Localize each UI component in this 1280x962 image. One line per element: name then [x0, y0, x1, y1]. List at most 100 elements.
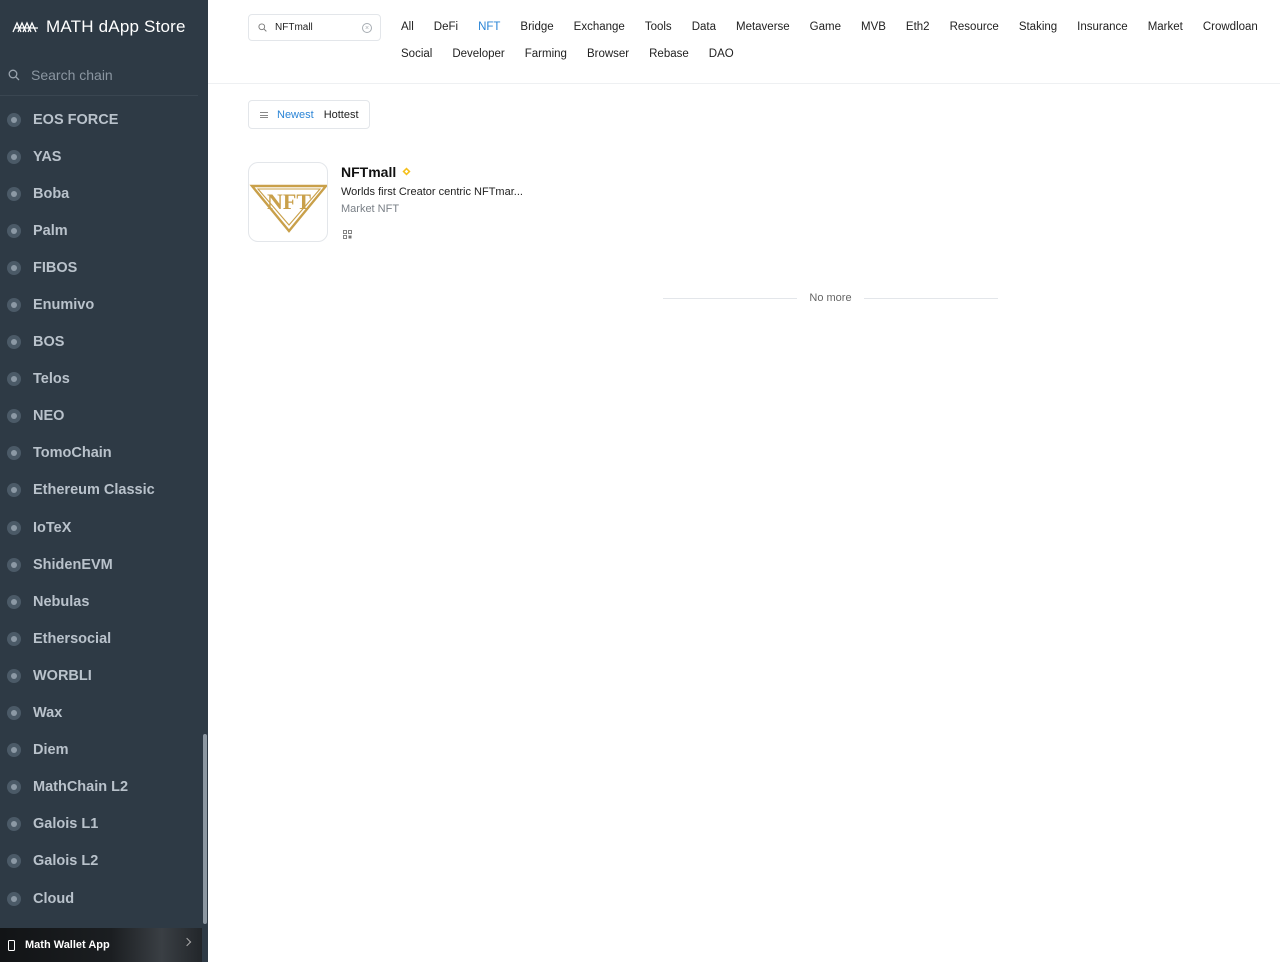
chain-item[interactable]: Cloud	[0, 880, 204, 917]
chain-label: FIBOS	[33, 259, 78, 276]
tab-exchange[interactable]: Exchange	[564, 14, 635, 41]
sidebar: MATH dApp Store EOS FORCE YAS Boba Palm FIBO…	[0, 0, 208, 962]
boba-icon	[7, 186, 21, 201]
chain-item[interactable]: FIBOS	[0, 249, 204, 286]
chain-label: BOS	[33, 334, 65, 351]
chain-label: ShidenEVM	[33, 556, 113, 573]
no-more-text: No more	[809, 292, 852, 304]
sort-hottest[interactable]: Hottest	[324, 109, 359, 121]
chain-item[interactable]: MathChain L2	[0, 769, 204, 806]
chain-item[interactable]: EOS FORCE	[0, 101, 204, 138]
chain-item[interactable]: Enumivo	[0, 286, 204, 323]
bos-icon	[7, 335, 21, 350]
tab-metaverse[interactable]: Metaverse	[726, 14, 800, 41]
fibos-icon	[7, 260, 21, 275]
tab-rebase[interactable]: Rebase	[639, 41, 699, 68]
app-title: MATH dApp Store	[46, 17, 186, 36]
tab-resource[interactable]: Resource	[940, 14, 1009, 41]
chain-label: IoTeX	[33, 519, 72, 536]
tab-browser[interactable]: Browser	[577, 41, 639, 68]
tab-farming[interactable]: Farming	[515, 41, 577, 68]
tab-all[interactable]: All	[391, 14, 424, 41]
ethersocial-icon	[7, 631, 21, 646]
math-logo-icon	[12, 21, 38, 33]
qr-code-icon[interactable]	[343, 230, 352, 239]
chain-label: Ethersocial	[33, 630, 112, 647]
chain-item[interactable]: Galois L2	[0, 843, 204, 880]
dapp-search-input[interactable]	[275, 22, 355, 33]
dapp-name[interactable]: NFTmall	[341, 164, 396, 180]
worbli-icon	[7, 668, 21, 683]
phone-icon	[8, 939, 15, 951]
dapp-card[interactable]: NFT NFTmall Worlds first Creator centric…	[248, 162, 648, 242]
palm-icon	[7, 223, 21, 238]
wax-icon	[7, 706, 21, 721]
tab-staking[interactable]: Staking	[1009, 14, 1067, 41]
galois-l2-icon	[7, 854, 21, 869]
tab-dao[interactable]: DAO	[699, 41, 744, 68]
tab-defi[interactable]: DeFi	[424, 14, 468, 41]
tab-insurance[interactable]: Insurance	[1067, 14, 1138, 41]
yas-icon	[7, 149, 21, 164]
brand[interactable]: MATH dApp Store	[0, 0, 208, 54]
divider-line	[863, 297, 998, 299]
eos-force-icon	[7, 112, 21, 127]
diem-icon	[7, 743, 21, 758]
chain-item[interactable]: Telos	[0, 361, 204, 398]
chain-item[interactable]: Boba	[0, 175, 204, 212]
chain-item[interactable]: IoTeX	[0, 509, 204, 546]
dapp-description: Worlds first Creator centric NFTmar...	[341, 186, 523, 198]
chain-item[interactable]: Ethersocial	[0, 620, 204, 657]
tab-eth2[interactable]: Eth2	[896, 14, 940, 41]
chevron-right-icon	[182, 937, 192, 947]
tab-market[interactable]: Market	[1138, 14, 1193, 41]
sidebar-scrollbar[interactable]	[203, 734, 207, 924]
shidenevm-icon	[7, 557, 21, 572]
tab-bridge[interactable]: Bridge	[510, 14, 563, 41]
chain-label: Galois L2	[33, 853, 99, 870]
chain-label: Nebulas	[33, 593, 90, 610]
chain-item[interactable]: Diem	[0, 732, 204, 769]
chain-label: YAS	[33, 148, 62, 165]
chain-label: MathChain L2	[33, 779, 129, 796]
chain-item[interactable]: Galois L1	[0, 806, 204, 843]
chain-item[interactable]: WORBLI	[0, 657, 204, 694]
chain-item[interactable]: Nebulas	[0, 583, 204, 620]
chain-item[interactable]: Wax	[0, 695, 204, 732]
chain-label: Diem	[33, 742, 69, 759]
chain-list: EOS FORCE YAS Boba Palm FIBOS Enumivo BOS Telos…	[0, 101, 204, 917]
enumivo-icon	[7, 298, 21, 313]
tab-nft[interactable]: NFT	[468, 14, 510, 41]
neo-icon	[7, 409, 21, 424]
tab-social[interactable]: Social	[391, 41, 442, 68]
dapp-tags: Market NFT	[341, 203, 400, 215]
sort-newest[interactable]: Newest	[277, 109, 314, 121]
chain-item[interactable]: ShidenEVM	[0, 546, 204, 583]
tomochain-icon	[7, 446, 21, 461]
clear-search-icon[interactable]: ×	[362, 23, 372, 33]
chain-label: Boba	[33, 185, 70, 202]
nftmall-logo: NFT	[248, 162, 328, 242]
chain-item[interactable]: TomoChain	[0, 435, 204, 472]
chain-search	[0, 54, 198, 96]
nftmall-logo-text: NFT	[267, 189, 311, 214]
divider-line	[663, 297, 798, 299]
nebulas-icon	[7, 594, 21, 609]
ethereum-classic-icon	[7, 483, 21, 498]
wallet-app-banner[interactable]: Math Wallet App	[0, 928, 202, 962]
tab-game[interactable]: Game	[800, 14, 851, 41]
tab-data[interactable]: Data	[682, 14, 726, 41]
chain-item[interactable]: Ethereum Classic	[0, 472, 204, 509]
chain-item[interactable]: BOS	[0, 324, 204, 361]
main-content: × AllDeFiNFTBridgeExchangeToolsDataMetav…	[208, 0, 1280, 962]
chain-item[interactable]: Palm	[0, 212, 204, 249]
chain-item[interactable]: YAS	[0, 138, 204, 175]
tab-tools[interactable]: Tools	[635, 14, 682, 41]
chain-item[interactable]: NEO	[0, 398, 204, 435]
chain-search-input[interactable]	[31, 66, 191, 83]
tab-crowdloan[interactable]: Crowdloan	[1193, 14, 1268, 41]
tab-developer[interactable]: Developer	[442, 41, 514, 68]
nftmall-logo-art: NFT	[249, 184, 327, 233]
tab-mvb[interactable]: MVB	[851, 14, 896, 41]
galois-l1-icon	[7, 817, 21, 832]
